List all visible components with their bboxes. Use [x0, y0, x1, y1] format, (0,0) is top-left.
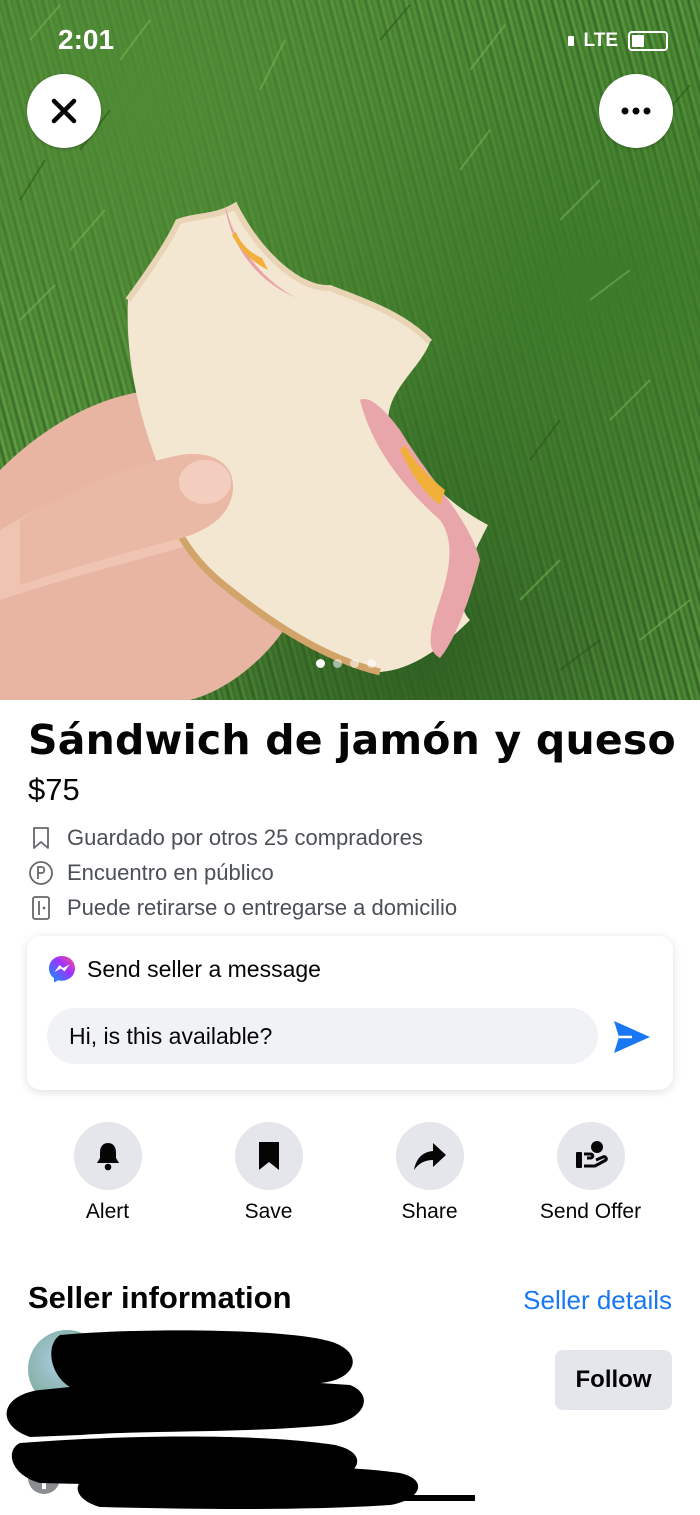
- bookmark-outline-icon: [28, 824, 54, 852]
- send-icon: [614, 1021, 650, 1053]
- photo-pagination[interactable]: [316, 659, 376, 668]
- more-icon: [621, 107, 651, 115]
- follow-button[interactable]: Follow: [555, 1350, 672, 1410]
- send-message-card: Send seller a message: [27, 936, 673, 1090]
- save-label: Save: [244, 1200, 293, 1223]
- meta-saved-text: Guardado por otros 25 compradores: [67, 824, 423, 850]
- listing-photo[interactable]: 2:01 LTE: [0, 0, 700, 700]
- send-message-header: Send seller a message: [47, 954, 321, 984]
- network-label: LTE: [583, 30, 618, 51]
- meta-delivery: Puede retirarse o entregarse a domicilio: [28, 890, 457, 925]
- pagination-dot-active: [316, 659, 325, 668]
- pagination-dot: [350, 659, 359, 668]
- listing-actions: Alert Save Share Send Offer: [0, 1122, 700, 1224]
- share-icon: [413, 1143, 446, 1170]
- sandwich-photo-illustration: [0, 4, 691, 700]
- more-options-button[interactable]: [599, 74, 673, 148]
- pagination-dot: [367, 659, 376, 668]
- meta-saved: Guardado por otros 25 compradores: [28, 820, 457, 855]
- bell-icon: [96, 1143, 119, 1171]
- save-button[interactable]: Save: [188, 1122, 349, 1224]
- status-indicators: LTE: [567, 30, 668, 52]
- meta-meetup: Encuentro en público: [28, 855, 457, 890]
- listing-title: Sándwich de jamón y queso: [28, 716, 676, 764]
- save-icon-circle[interactable]: [234, 1122, 303, 1190]
- redacted-seller-name: [6, 1330, 475, 1509]
- alert-button[interactable]: Alert: [27, 1122, 188, 1224]
- send-offer-button[interactable]: Send Offer: [510, 1122, 671, 1224]
- meta-delivery-text: Puede retirarse o entregarse a domicilio: [67, 894, 458, 920]
- offer-icon: [575, 1141, 608, 1168]
- meta-meetup-text: Encuentro en público: [67, 859, 274, 885]
- message-input[interactable]: [47, 1008, 598, 1064]
- bookmark-icon: [258, 1142, 279, 1170]
- share-button[interactable]: Share: [349, 1122, 510, 1224]
- pagination-dot: [333, 659, 342, 668]
- parking-icon: [28, 859, 54, 887]
- share-icon-circle[interactable]: [395, 1122, 464, 1190]
- listing-meta: Guardado por otros 25 compradores Encuen…: [28, 820, 457, 925]
- door-icon: [28, 894, 54, 922]
- seller-info-heading: Seller information: [28, 1280, 292, 1315]
- send-message-title: Send seller a message: [87, 955, 321, 982]
- signal-icon: [567, 36, 574, 46]
- alert-label: Alert: [85, 1200, 130, 1223]
- seller-details-link[interactable]: Seller details: [523, 1285, 672, 1316]
- send-offer-label: Send Offer: [539, 1200, 642, 1223]
- messenger-icon: [49, 956, 75, 983]
- close-button[interactable]: [27, 74, 101, 148]
- share-label: Share: [401, 1200, 458, 1223]
- close-icon: [51, 98, 77, 124]
- send-message-button[interactable]: [611, 1018, 653, 1056]
- battery-icon: [628, 31, 668, 51]
- alert-icon-circle[interactable]: [73, 1122, 142, 1190]
- listing-price: $75: [28, 772, 80, 807]
- send-offer-icon-circle[interactable]: [556, 1122, 625, 1190]
- status-time: 2:01: [58, 24, 115, 55]
